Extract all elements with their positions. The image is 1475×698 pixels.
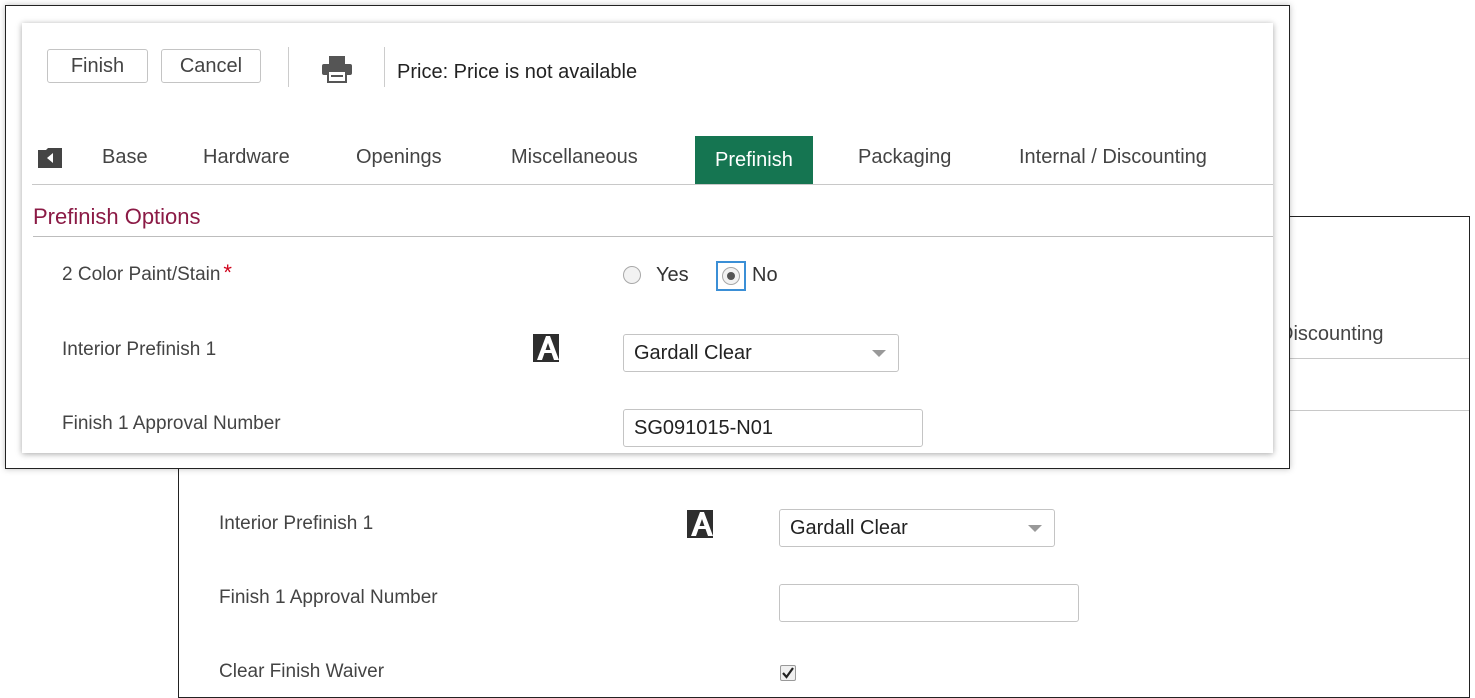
tabs-divider: [32, 184, 1273, 185]
checkmark-icon: [782, 667, 794, 679]
clear-finish-waiver-checkbox[interactable]: [780, 665, 796, 681]
interior-prefinish-value: Gardall Clear: [634, 342, 752, 364]
tab-internal-discounting[interactable]: Internal / Discounting: [1019, 146, 1207, 169]
radio-no[interactable]: [722, 267, 740, 285]
tab-prefinish[interactable]: Prefinish: [695, 136, 813, 184]
interior-prefinish-select[interactable]: Gardall Clear: [623, 334, 899, 372]
tab-miscellaneous[interactable]: Miscellaneous: [511, 146, 638, 169]
tab-base[interactable]: Base: [102, 146, 148, 169]
tab-packaging[interactable]: Packaging: [858, 146, 951, 169]
approval-number-label: Finish 1 Approval Number: [62, 413, 281, 434]
radio-no-label[interactable]: No: [752, 264, 778, 287]
finish-button[interactable]: Finish: [47, 49, 148, 83]
toolbar-divider: [384, 47, 385, 87]
tab-internal-discounting-partial[interactable]: Discounting: [1279, 323, 1384, 346]
section-divider: [33, 236, 1273, 237]
foreground-window: Finish Cancel Price: Price is not availa…: [5, 5, 1290, 469]
approval-number-value: SG091015-N01: [634, 417, 773, 439]
approval-number-label: Finish 1 Approval Number: [219, 587, 438, 608]
interior-prefinish-label: Interior Prefinish 1: [219, 513, 374, 534]
section-title: Prefinish Options: [33, 204, 201, 229]
back-folder-icon[interactable]: [38, 148, 62, 173]
toolbar-divider: [288, 47, 289, 87]
chevron-down-icon: [1028, 525, 1042, 532]
configurator-panel: Finish Cancel Price: Price is not availa…: [22, 23, 1273, 453]
tab-openings[interactable]: Openings: [356, 146, 442, 169]
required-marker: *: [223, 260, 232, 285]
two-color-paint-label-text: 2 Color Paint/Stain: [62, 264, 221, 285]
approval-number-input[interactable]: [779, 584, 1079, 622]
cancel-button[interactable]: Cancel: [161, 49, 261, 83]
radio-yes-label[interactable]: Yes: [656, 264, 689, 287]
interior-prefinish-label: Interior Prefinish 1: [62, 339, 217, 360]
radio-yes[interactable]: [623, 266, 641, 284]
printer-icon[interactable]: [321, 55, 353, 88]
price-text: Price: Price is not available: [397, 61, 638, 83]
interior-prefinish-value: Gardall Clear: [790, 517, 908, 539]
tab-hardware[interactable]: Hardware: [203, 146, 290, 169]
interior-prefinish-select[interactable]: Gardall Clear: [779, 509, 1055, 547]
clear-finish-waiver-label: Clear Finish Waiver: [219, 661, 385, 682]
two-color-paint-label: 2 Color Paint/Stain *: [62, 260, 232, 286]
chevron-down-icon: [872, 350, 886, 357]
approval-number-input[interactable]: SG091015-N01: [623, 409, 923, 447]
a-logo-icon: [533, 334, 559, 367]
a-logo-icon: [687, 510, 713, 543]
